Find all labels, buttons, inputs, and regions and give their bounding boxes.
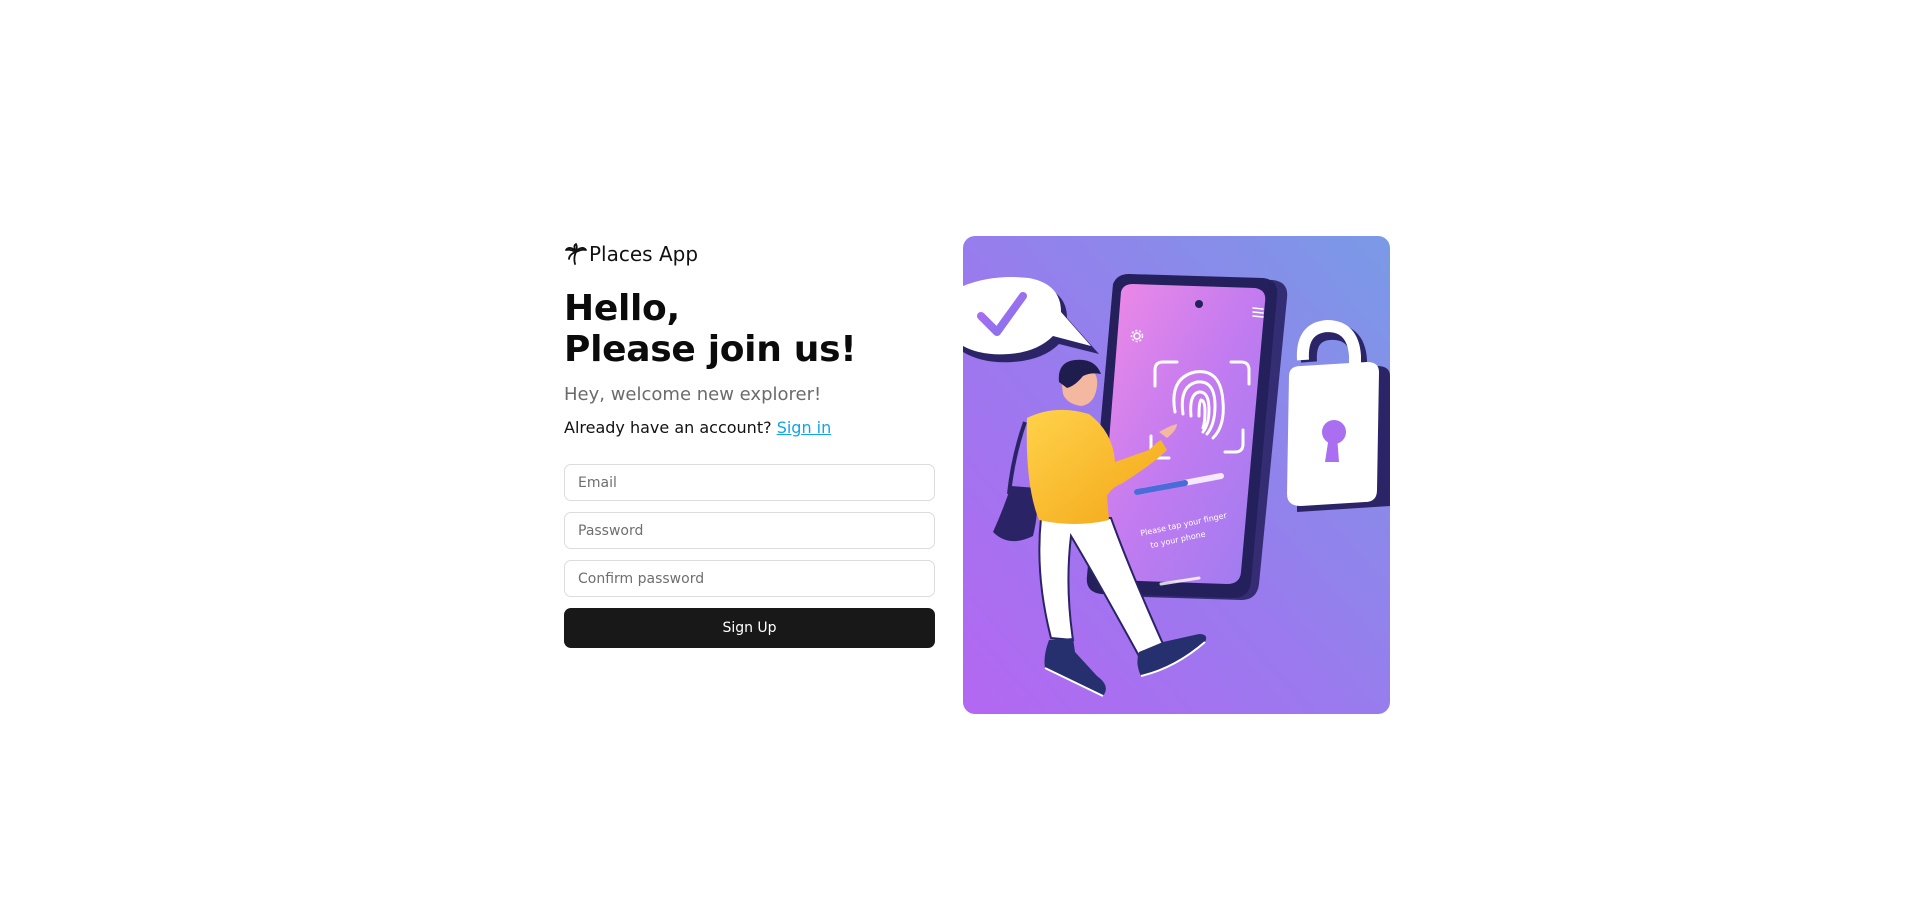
signup-form-column: Places App Hello, Please join us! Hey, w… [564,240,935,648]
signin-prompt: Already have an account? [564,418,772,437]
confirm-password-field[interactable] [564,560,935,597]
welcome-subtitle: Hey, welcome new explorer! [564,384,822,405]
page-title: Hello, Please join us! [564,288,935,370]
signin-link[interactable]: Sign in [777,418,832,437]
page-title-line2: Please join us! [564,329,857,370]
page-title-line1: Hello, [564,288,680,329]
sign-up-button[interactable]: Sign Up [564,608,935,648]
password-field[interactable] [564,512,935,549]
signin-prompt-line: Already have an account? Sign in [564,416,935,440]
palm-tree-icon [564,242,588,266]
hero-illustration: Please tap your finger to your phone [963,236,1390,714]
signup-fields: Sign Up [564,464,935,648]
signup-page: Places App Hello, Please join us! Hey, w… [0,0,1916,908]
email-field[interactable] [564,464,935,501]
brand-name: Places App [589,242,699,266]
brand[interactable]: Places App [564,240,935,268]
